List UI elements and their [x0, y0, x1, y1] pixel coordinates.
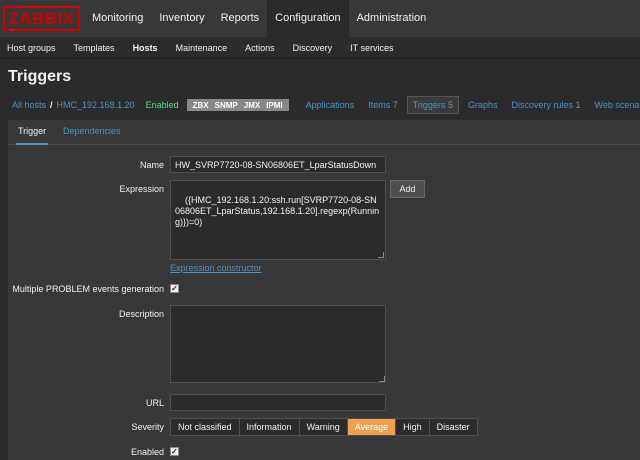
nav-tab-graphs-label: Graphs	[467, 100, 498, 110]
nav-tab-discovery-rules-label: Discovery rules	[511, 100, 573, 110]
resize-handle-icon[interactable]	[378, 252, 384, 258]
nav-tab-web-scenarios[interactable]: Web scenarios	[590, 97, 640, 113]
expression-textarea[interactable]: ({HMC_192.168.1.20:ssh.run[SVRP7720-08-S…	[170, 180, 386, 260]
menu-inventory[interactable]: Inventory	[151, 0, 212, 37]
nav-tab-applications-label: Applications	[305, 100, 355, 110]
badge-ipmi: IPMI	[266, 100, 283, 110]
severity-average[interactable]: Average	[347, 419, 397, 435]
trigger-form: Trigger Dependencies Name HW_SVRP7720-08…	[8, 120, 640, 460]
menu-monitoring[interactable]: Monitoring	[84, 0, 151, 37]
nav-tab-discovery-rules[interactable]: Discovery rules 1	[506, 97, 585, 113]
form-tabs: Trigger Dependencies	[8, 120, 640, 145]
sub-menu: Host groups Templates Hosts Maintenance …	[0, 37, 640, 59]
badge-snmp: SNMP	[214, 100, 238, 110]
description-label: Description	[118, 309, 164, 319]
nav-tab-triggers[interactable]: Triggers 5	[406, 96, 459, 114]
menu-configuration[interactable]: Configuration	[267, 0, 349, 37]
submenu-discovery[interactable]: Discovery	[284, 37, 342, 58]
url-label: URL	[145, 398, 164, 408]
breadcrumb-separator: /	[50, 100, 53, 110]
badge-zbx: ZBX	[192, 100, 209, 110]
badge-jmx: JMX	[243, 100, 261, 110]
nav-tab-discovery-rules-count: 1	[575, 100, 581, 110]
name-label: Name	[139, 160, 164, 170]
nav-tab-applications[interactable]: Applications	[301, 97, 360, 113]
severity-selector: Not classified Information Warning Avera…	[170, 418, 478, 436]
enabled-checkbox[interactable]: ✓	[170, 447, 179, 456]
severity-high[interactable]: High	[396, 419, 430, 435]
description-resize-handle-icon[interactable]	[379, 376, 385, 382]
url-input[interactable]	[170, 394, 386, 411]
submenu-templates[interactable]: Templates	[65, 37, 124, 58]
tab-trigger[interactable]: Trigger	[16, 120, 49, 145]
multiple-problem-label: Multiple PROBLEM events generation	[12, 284, 164, 294]
nav-tab-web-scenarios-label: Web scenarios	[594, 100, 640, 110]
submenu-maintenance[interactable]: Maintenance	[167, 37, 237, 58]
top-bar: ZABBIX Monitoring Inventory Reports Conf…	[0, 0, 640, 37]
enabled-label: Enabled	[130, 447, 164, 457]
host-status[interactable]: Enabled	[146, 100, 179, 110]
host-link[interactable]: HMC_192.168.1.20	[57, 100, 135, 110]
page-title: Triggers	[8, 68, 72, 85]
multiple-problem-checkbox[interactable]: ✓	[170, 284, 179, 293]
name-input[interactable]: HW_SVRP7720-08-SN06806ET_LparStatusDown	[170, 156, 386, 173]
menu-administration[interactable]: Administration	[349, 0, 435, 37]
nav-tab-graphs[interactable]: Graphs	[463, 97, 503, 113]
expression-constructor-link[interactable]: Expression constructor	[170, 263, 262, 273]
severity-disaster[interactable]: Disaster	[429, 419, 477, 435]
severity-label: Severity	[131, 422, 164, 432]
expression-label: Expression	[119, 184, 164, 194]
availability-badges: ZBX SNMP JMX IPMI	[186, 99, 289, 111]
severity-information[interactable]: Information	[239, 419, 300, 435]
submenu-hosts[interactable]: Hosts	[124, 37, 167, 58]
submenu-actions[interactable]: Actions	[236, 37, 284, 58]
nav-tab-triggers-count: 5	[447, 100, 453, 110]
host-navigation: All hosts / HMC_192.168.1.20 Enabled ZBX…	[0, 96, 640, 114]
submenu-it-services[interactable]: IT services	[341, 37, 402, 58]
main-menu: Monitoring Inventory Reports Configurati…	[84, 0, 434, 37]
expression-text: ({HMC_192.168.1.20:ssh.run[SVRP7720-08-S…	[175, 195, 380, 227]
submenu-host-groups[interactable]: Host groups	[0, 37, 65, 58]
description-textarea[interactable]	[170, 305, 386, 383]
nav-tab-triggers-label: Triggers	[412, 100, 446, 110]
tab-dependencies[interactable]: Dependencies	[63, 120, 121, 143]
add-button[interactable]: Add	[390, 180, 425, 198]
menu-reports[interactable]: Reports	[213, 0, 268, 37]
nav-tab-items[interactable]: Items 7	[363, 97, 403, 113]
all-hosts-link[interactable]: All hosts	[12, 100, 46, 110]
zabbix-logo[interactable]: ZABBIX	[3, 6, 80, 31]
severity-warning[interactable]: Warning	[299, 419, 348, 435]
nav-tab-items-count: 7	[392, 100, 398, 110]
nav-tab-items-label: Items	[368, 100, 391, 110]
severity-not-classified[interactable]: Not classified	[171, 419, 240, 435]
